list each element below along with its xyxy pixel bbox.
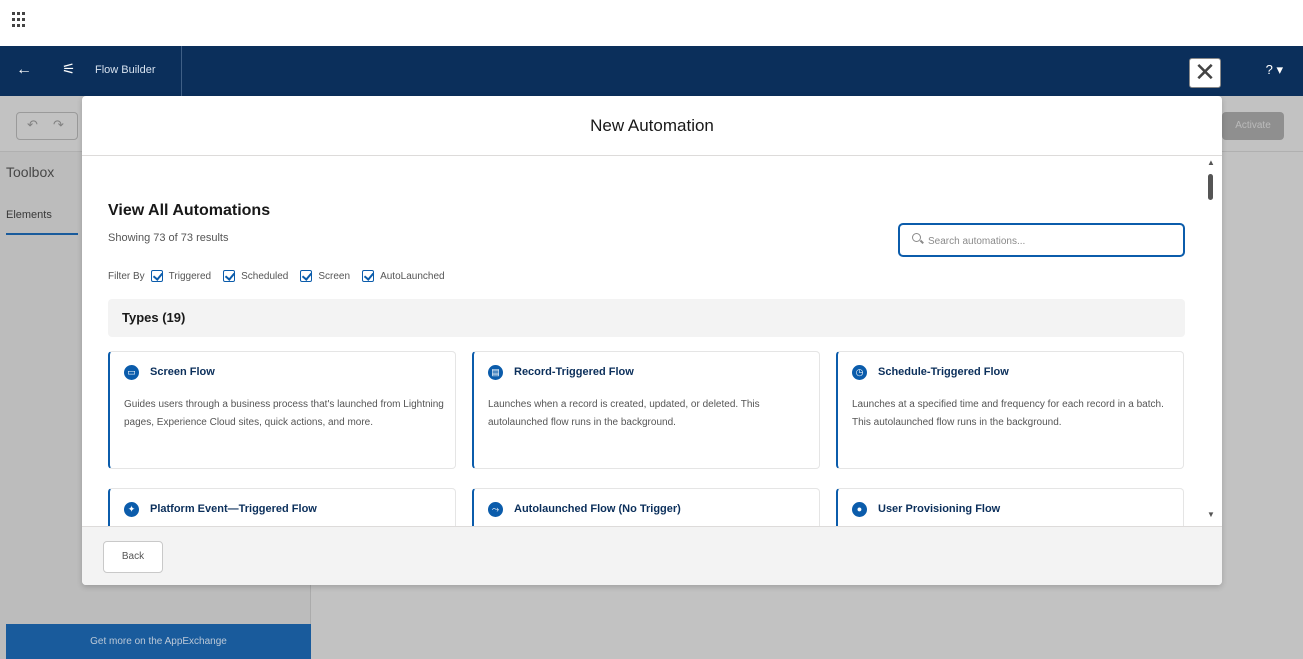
card-title: Autolaunched Flow (No Trigger) [514, 503, 681, 515]
card-autolaunched-flow[interactable]: ⤳ Autolaunched Flow (No Trigger) [472, 488, 820, 526]
close-icon[interactable]: ✕ [1189, 58, 1221, 88]
user-provisioning-icon: ● [852, 502, 867, 517]
card-record-triggered-flow[interactable]: ▤ Record-Triggered Flow Launches when a … [472, 351, 820, 469]
screen-flow-icon: ▭ [124, 365, 139, 380]
filter-scheduled-label: Scheduled [241, 270, 289, 282]
record-triggered-icon: ▤ [488, 365, 503, 380]
card-description: Guides users through a business process … [124, 399, 444, 428]
filter-triggered-label: Triggered [168, 270, 212, 282]
filter-triggered[interactable]: Triggered [150, 270, 212, 282]
search-input[interactable] [928, 231, 1168, 251]
filter-screen-label: Screen [318, 270, 351, 282]
filter-row: Filter By Triggered Scheduled Screen Aut… [108, 266, 457, 286]
search-icon [912, 233, 921, 242]
checkbox-screen[interactable] [300, 270, 313, 282]
modal-scrollbar[interactable]: ▲ ▼ [1204, 158, 1218, 524]
card-title: Schedule-Triggered Flow [878, 366, 1009, 378]
card-description: Launches when a record is created, updat… [488, 399, 760, 428]
types-section-header[interactable]: Types (19) [108, 299, 1185, 337]
filter-screen[interactable]: Screen [300, 270, 350, 282]
filter-autolaunched[interactable]: AutoLaunched [362, 270, 445, 282]
scroll-up-icon[interactable]: ▲ [1207, 158, 1215, 167]
card-schedule-triggered-flow[interactable]: ◷ Schedule-Triggered Flow Launches at a … [836, 351, 1184, 469]
platform-event-icon: ✦ [124, 502, 139, 517]
search-box[interactable] [898, 223, 1185, 257]
scroll-thumb[interactable] [1208, 174, 1213, 200]
card-title: Platform Event—Triggered Flow [150, 503, 317, 515]
types-label: Types (19) [122, 310, 186, 325]
checkbox-autolaunched[interactable] [362, 270, 375, 282]
modal-body: View All Automations Showing 73 of 73 re… [82, 156, 1202, 526]
card-screen-flow[interactable]: ▭ Screen Flow Guides users through a bus… [108, 351, 456, 469]
card-description: Launches at a specified time and frequen… [852, 399, 1164, 428]
result-count: Showing 73 of 73 results [108, 232, 229, 244]
back-button[interactable]: Back [103, 541, 163, 573]
schedule-triggered-icon: ◷ [852, 365, 867, 380]
back-arrow-icon[interactable]: ← [16, 60, 32, 80]
flow-icon: ⚟ [62, 61, 76, 78]
section-title: View All Automations [108, 202, 271, 219]
builder-title: Flow Builder [95, 64, 156, 76]
card-platform-event-flow[interactable]: ✦ Platform Event—Triggered Flow [108, 488, 456, 526]
filter-label: Filter By [108, 270, 145, 282]
modal-header: New Automation [82, 96, 1222, 156]
modal-footer: Back [82, 526, 1222, 585]
card-title: Screen Flow [150, 366, 215, 378]
filter-autolaunched-label: AutoLaunched [380, 270, 445, 282]
filter-scheduled[interactable]: Scheduled [223, 270, 288, 282]
checkbox-scheduled[interactable] [223, 270, 236, 282]
builder-header: ← ⚟ Flow Builder ? ▾ [0, 46, 1303, 96]
app-top-strip [0, 0, 1303, 46]
card-user-provisioning-flow[interactable]: ● User Provisioning Flow [836, 488, 1184, 526]
help-menu-button[interactable]: ? ▾ [1266, 62, 1283, 78]
modal-title: New Automation [590, 116, 714, 135]
autolaunched-icon: ⤳ [488, 502, 503, 517]
app-launcher-icon[interactable] [12, 12, 26, 28]
card-title: User Provisioning Flow [878, 503, 1001, 515]
scroll-down-icon[interactable]: ▼ [1207, 510, 1215, 519]
card-title: Record-Triggered Flow [514, 366, 634, 378]
new-automation-modal: New Automation View All Automations Show… [82, 96, 1222, 585]
checkbox-triggered[interactable] [150, 270, 163, 282]
